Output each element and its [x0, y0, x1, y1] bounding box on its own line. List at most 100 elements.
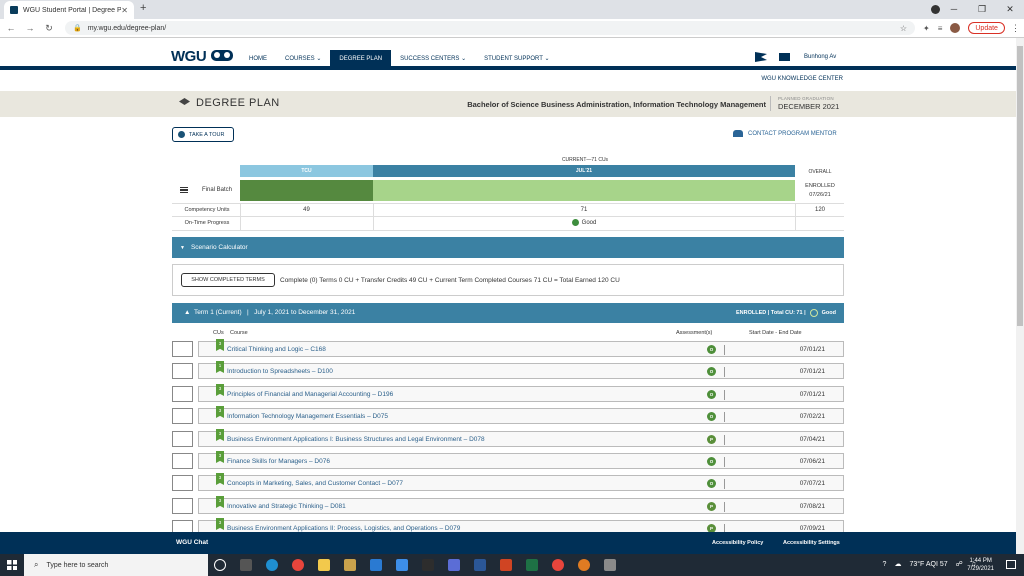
- file-explorer-icon[interactable]: [318, 559, 330, 571]
- wgu-chat-button[interactable]: WGU Chat: [176, 539, 208, 546]
- course-name[interactable]: Finance Skills for Managers – D076: [227, 458, 330, 465]
- course-name[interactable]: Principles of Financial and Managerial A…: [227, 391, 393, 398]
- assessment-status-icon[interactable]: O: [707, 345, 716, 354]
- mail-app-icon[interactable]: [370, 559, 382, 571]
- course-name[interactable]: Information Technology Management Essent…: [227, 413, 388, 420]
- take-tour-button[interactable]: TAKE A TOUR: [172, 127, 234, 142]
- browser-tab[interactable]: WGU Student Portal | Degree Pl... ✕: [4, 1, 134, 19]
- task-view-icon[interactable]: [240, 559, 252, 571]
- assessment-status-icon[interactable]: O: [707, 457, 716, 466]
- assessment-status-icon[interactable]: P: [707, 435, 716, 444]
- reload-icon[interactable]: ↻: [41, 23, 57, 34]
- app-orange-icon[interactable]: [578, 559, 590, 571]
- scenario-calculator-header[interactable]: ▼ Scenario Calculator: [172, 237, 844, 258]
- nav-courses[interactable]: COURSES ⌄: [276, 50, 330, 68]
- course-select-box[interactable]: [172, 408, 193, 424]
- back-icon[interactable]: ←: [3, 23, 19, 33]
- course-name[interactable]: Concepts in Marketing, Sales, and Custom…: [227, 480, 403, 487]
- course-select-box[interactable]: [172, 475, 193, 491]
- reading-list-icon[interactable]: ≡: [938, 24, 943, 33]
- course-name[interactable]: Business Environment Applications I: Bus…: [227, 436, 485, 443]
- user-name[interactable]: Bunhong Av: [804, 54, 836, 60]
- course-item[interactable]: 3 Critical Thinking and Logic – C168 O 0…: [198, 339, 844, 357]
- edge-icon[interactable]: [266, 559, 278, 571]
- chrome-icon[interactable]: [292, 559, 304, 571]
- url-text[interactable]: my.wgu.edu/degree-plan/: [88, 25, 900, 32]
- lightning-app-icon[interactable]: [422, 559, 434, 571]
- word-icon[interactable]: [474, 559, 486, 571]
- calculator-icon[interactable]: [604, 559, 616, 571]
- bookmark-star-icon[interactable]: ☆: [900, 24, 907, 33]
- flag-icon[interactable]: [755, 52, 767, 62]
- course-item[interactable]: 3 Concepts in Marketing, Sales, and Cust…: [198, 473, 844, 491]
- lock-icon[interactable]: 🔒: [73, 24, 82, 32]
- dropbox-icon[interactable]: [396, 559, 408, 571]
- assessment-status-icon[interactable]: O: [707, 390, 716, 399]
- course-date: 07/07/21: [799, 480, 825, 487]
- hamburger-icon[interactable]: [180, 187, 188, 193]
- course-item[interactable]: 1 Introduction to Spreadsheets – D100 O …: [198, 361, 844, 379]
- powerpoint-icon[interactable]: [500, 559, 512, 571]
- course-item[interactable]: 3 Innovative and Strategic Thinking – D0…: [198, 496, 844, 514]
- cortana-icon[interactable]: [214, 559, 226, 571]
- record-icon[interactable]: [931, 5, 940, 14]
- contact-mentor-link[interactable]: CONTACT PROGRAM MENTOR: [733, 130, 837, 137]
- owl-logo-icon: [211, 50, 233, 61]
- course-name[interactable]: Introduction to Spreadsheets – D100: [227, 368, 333, 375]
- nav-degree-plan[interactable]: DEGREE PLAN: [330, 50, 392, 68]
- course-select-box[interactable]: [172, 498, 193, 514]
- minimize-icon[interactable]: ─: [940, 0, 968, 19]
- course-select-box[interactable]: [172, 453, 193, 469]
- weather-icon[interactable]: ☁: [894, 560, 901, 568]
- notifications-icon[interactable]: [1006, 560, 1016, 569]
- assessment-status-icon[interactable]: O: [707, 412, 716, 421]
- course-row: 1 Introduction to Spreadsheets – D100 O …: [172, 361, 844, 379]
- close-tab-icon[interactable]: ✕: [121, 6, 128, 15]
- assessment-status-icon[interactable]: O: [707, 479, 716, 488]
- close-window-icon[interactable]: ✕: [996, 0, 1024, 19]
- address-bar[interactable]: 🔒 my.wgu.edu/degree-plan/ ☆: [65, 21, 915, 35]
- course-select-box[interactable]: [172, 386, 193, 402]
- excel-icon[interactable]: [526, 559, 538, 571]
- nav-student-support[interactable]: STUDENT SUPPORT ⌄: [475, 50, 558, 68]
- course-item[interactable]: 3 Information Technology Management Esse…: [198, 406, 844, 424]
- course-name[interactable]: Innovative and Strategic Thinking – D081: [227, 503, 346, 510]
- profile-avatar[interactable]: [950, 23, 961, 33]
- browser-menu-icon[interactable]: ⋮: [1011, 23, 1020, 34]
- course-item[interactable]: 3 Finance Skills for Managers – D076 O 0…: [198, 451, 844, 469]
- course-name[interactable]: Business Environment Applications II: Pr…: [227, 525, 460, 532]
- term-header[interactable]: ▲ Term 1 (Current) | July 1, 2021 to Dec…: [172, 303, 844, 323]
- app-icon[interactable]: [448, 559, 460, 571]
- clock[interactable]: 1:44 PM 7/29/2021: [967, 557, 994, 573]
- maximize-icon[interactable]: ❐: [968, 0, 996, 19]
- taskbar-search[interactable]: ⌕ Type here to search: [24, 554, 208, 576]
- show-completed-terms-button[interactable]: SHOW COMPLETED TERMS: [181, 273, 275, 287]
- nav-success-centers[interactable]: SUCCESS CENTERS ⌄: [391, 50, 475, 68]
- weather-text[interactable]: 73°F AQI 57: [909, 561, 947, 568]
- windows-start-icon[interactable]: [7, 560, 17, 570]
- course-item[interactable]: 3 Business Environment Applications I: B…: [198, 429, 844, 447]
- course-name[interactable]: Critical Thinking and Logic – C168: [227, 346, 326, 353]
- course-select-box[interactable]: [172, 363, 193, 379]
- wgu-logo[interactable]: WGU: [171, 48, 207, 65]
- course-select-box[interactable]: [172, 341, 193, 357]
- mail-icon[interactable]: [779, 53, 790, 61]
- assessment-status-icon[interactable]: P: [707, 502, 716, 511]
- nav-home[interactable]: HOME: [240, 50, 276, 68]
- course-select-box[interactable]: [172, 431, 193, 447]
- knowledge-center-link[interactable]: WGU KNOWLEDGE CENTER: [761, 76, 843, 82]
- course-item[interactable]: 3 Principles of Financial and Managerial…: [198, 384, 844, 402]
- forward-icon[interactable]: →: [22, 23, 38, 33]
- extensions-icon[interactable]: ✦: [923, 24, 930, 33]
- store-icon[interactable]: [344, 559, 356, 571]
- new-tab-icon[interactable]: +: [140, 2, 146, 14]
- accessibility-settings-link[interactable]: Accessibility Settings: [783, 540, 840, 546]
- accessibility-policy-link[interactable]: Accessibility Policy: [712, 540, 763, 546]
- update-button[interactable]: Update: [968, 22, 1005, 34]
- assessment-status-icon[interactable]: O: [707, 367, 716, 376]
- help-icon[interactable]: ?: [883, 561, 887, 568]
- page-scrollbar[interactable]: [1016, 38, 1024, 554]
- network-icon[interactable]: ☍: [956, 560, 963, 568]
- scrollbar-thumb[interactable]: [1017, 46, 1023, 326]
- chrome-alt-icon[interactable]: [552, 559, 564, 571]
